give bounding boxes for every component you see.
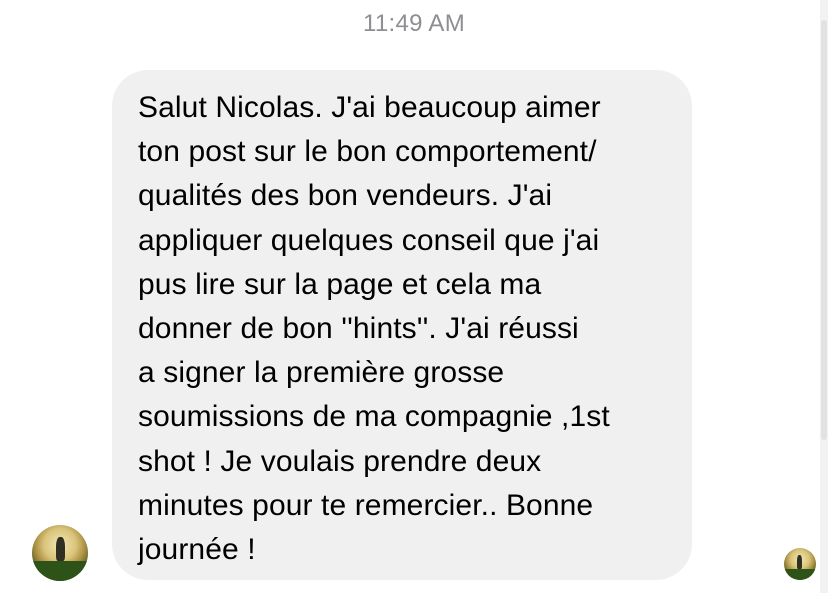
message-bubble[interactable]: Salut Nicolas. J'ai beaucoup aimer ton p… bbox=[112, 70, 692, 580]
avatar-person-icon bbox=[797, 555, 802, 569]
avatar-grass bbox=[784, 568, 816, 580]
avatar-person-icon bbox=[56, 537, 65, 561]
scrollbar-thumb[interactable] bbox=[821, 20, 827, 440]
sender-avatar[interactable] bbox=[32, 525, 88, 581]
messenger-conversation: 11:49 AM Salut Nicolas. J'ai beaucoup ai… bbox=[0, 0, 828, 593]
read-receipt-avatar bbox=[784, 548, 816, 580]
avatar-grass bbox=[32, 561, 88, 581]
message-timestamp: 11:49 AM bbox=[362, 10, 466, 37]
scrollbar[interactable] bbox=[820, 0, 828, 593]
message-text: Salut Nicolas. J'ai beaucoup aimer ton p… bbox=[138, 91, 610, 567]
